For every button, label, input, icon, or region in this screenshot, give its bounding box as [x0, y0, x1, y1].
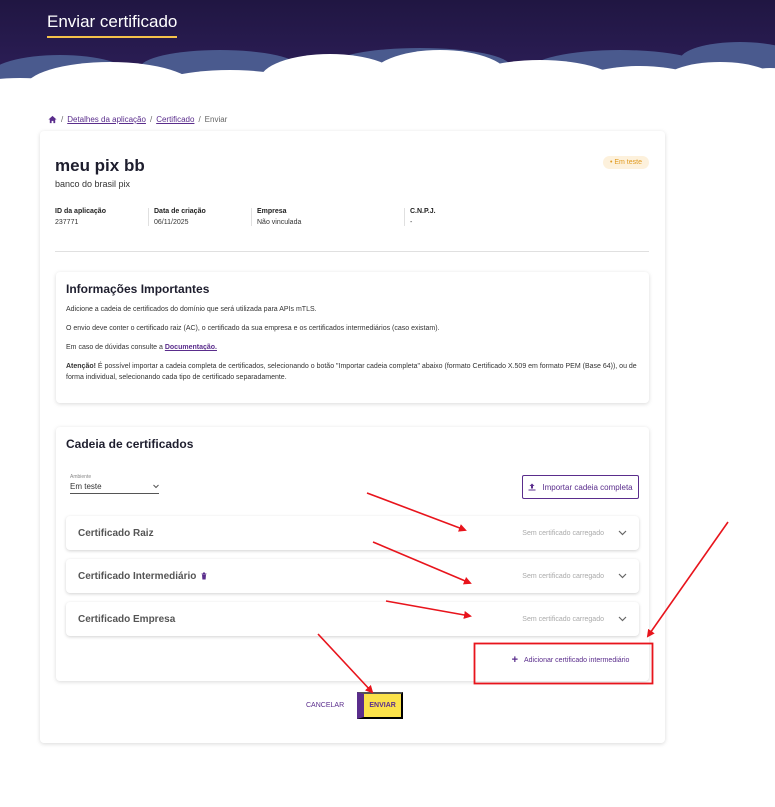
cert-intermediate-row[interactable]: Certificado Intermediário Sem certificad…: [66, 559, 639, 593]
meta-cnpj: C.N.P.J. -: [404, 208, 524, 226]
meta-company: Empresa Não vinculada: [251, 208, 404, 226]
info-text: O envio deve conter o certificado raiz (…: [66, 325, 440, 332]
cert-status: Sem certificado carregado: [522, 572, 604, 580]
breadcrumb-separator: /: [198, 115, 201, 124]
attention-label: Atenção!: [66, 363, 96, 370]
cancel-button[interactable]: CANCELAR: [306, 702, 344, 709]
meta-label: Data de criação: [154, 208, 206, 215]
divider: [55, 251, 649, 252]
cert-name-wrap: Certificado Intermediário: [78, 571, 207, 582]
chain-title: Cadeia de certificados: [66, 437, 194, 451]
info-text: Adicione a cadeia de certificados do dom…: [66, 306, 317, 313]
meta-value: 237771: [55, 219, 79, 226]
import-chain-button[interactable]: Importar cadeia completa: [522, 475, 639, 499]
meta-value: 06/11/2025: [154, 219, 189, 226]
cert-name: Certificado Raiz: [78, 527, 154, 539]
meta-label: ID da aplicação: [55, 208, 106, 215]
breadcrumb-separator: /: [149, 115, 153, 124]
info-text: Em caso de dúvidas consulte a Documentaç…: [66, 342, 639, 353]
chevron-down-icon[interactable]: [618, 530, 627, 536]
documentation-link[interactable]: Documentação.: [165, 344, 217, 351]
breadcrumb-certificate[interactable]: Certificado: [156, 115, 194, 124]
page-title: Enviar certificado: [47, 12, 178, 38]
cert-root-row[interactable]: Certificado Raiz Sem certificado carrega…: [66, 516, 639, 550]
app-meta: ID da aplicação 237771 Data de criação 0…: [55, 208, 649, 226]
environment-value-row: Em teste: [70, 482, 159, 491]
breadcrumb: / Detalhes da aplicação / Certificado / …: [48, 115, 227, 124]
page-header: Enviar certificado: [0, 0, 775, 100]
add-intermediate-button[interactable]: + Adicionar certificado intermediário: [489, 651, 652, 669]
form-actions: CANCELAR ENVIAR: [306, 692, 404, 719]
cert-status: Sem certificado carregado: [522, 529, 604, 537]
chevron-down-icon[interactable]: [618, 616, 627, 622]
home-icon[interactable]: [48, 115, 57, 124]
plus-icon: +: [511, 654, 518, 666]
cert-name: Certificado Empresa: [78, 613, 176, 625]
info-text-prefix: Em caso de dúvidas consulte a: [66, 344, 165, 351]
status-badge: • Em teste: [602, 156, 649, 169]
meta-label: C.N.P.J.: [410, 208, 436, 215]
send-button[interactable]: ENVIAR: [357, 692, 404, 719]
meta-created-date: Data de criação 06/11/2025: [148, 208, 251, 226]
environment-label: Ambiente: [70, 474, 92, 480]
trash-icon[interactable]: [201, 572, 207, 580]
main-card: meu pix bb banco do brasil pix • Em test…: [40, 131, 665, 743]
cert-name: Certificado Intermediário: [78, 570, 197, 582]
app-name: meu pix bb: [55, 156, 145, 175]
app-subtitle: banco do brasil pix: [55, 179, 131, 189]
upload-icon: [528, 483, 536, 491]
attention-text: É possível importar a cadeia completa de…: [66, 363, 637, 381]
environment-value: Em teste: [70, 482, 102, 491]
meta-app-id: ID da aplicação 237771: [55, 208, 148, 226]
info-title: Informações Importantes: [66, 282, 210, 296]
add-intermediate-label: Adicionar certificado intermediário: [524, 656, 630, 664]
breadcrumb-app-details[interactable]: Detalhes da aplicação: [67, 115, 146, 124]
environment-select[interactable]: Ambiente Em teste: [70, 474, 159, 494]
page: Enviar certificado / Detalhes da aplicaç…: [0, 0, 775, 807]
caret-down-icon: [153, 484, 159, 489]
breadcrumb-current: Enviar: [204, 115, 228, 124]
info-box: Informações Importantes Adicione a cadei…: [56, 272, 649, 403]
meta-label: Empresa: [257, 208, 287, 215]
certificate-chain-box: Cadeia de certificados Ambiente Em teste…: [56, 427, 649, 681]
breadcrumb-separator: /: [61, 115, 64, 124]
cert-company-row[interactable]: Certificado Empresa Sem certificado carr…: [66, 602, 639, 636]
info-text: Atenção! É possível importar a cadeia co…: [66, 361, 639, 383]
import-chain-label: Importar cadeia completa: [542, 482, 633, 492]
chevron-down-icon[interactable]: [618, 573, 627, 579]
meta-value: -: [410, 219, 413, 226]
cert-status: Sem certificado carregado: [522, 615, 604, 623]
meta-value: Não vinculada: [257, 219, 302, 226]
